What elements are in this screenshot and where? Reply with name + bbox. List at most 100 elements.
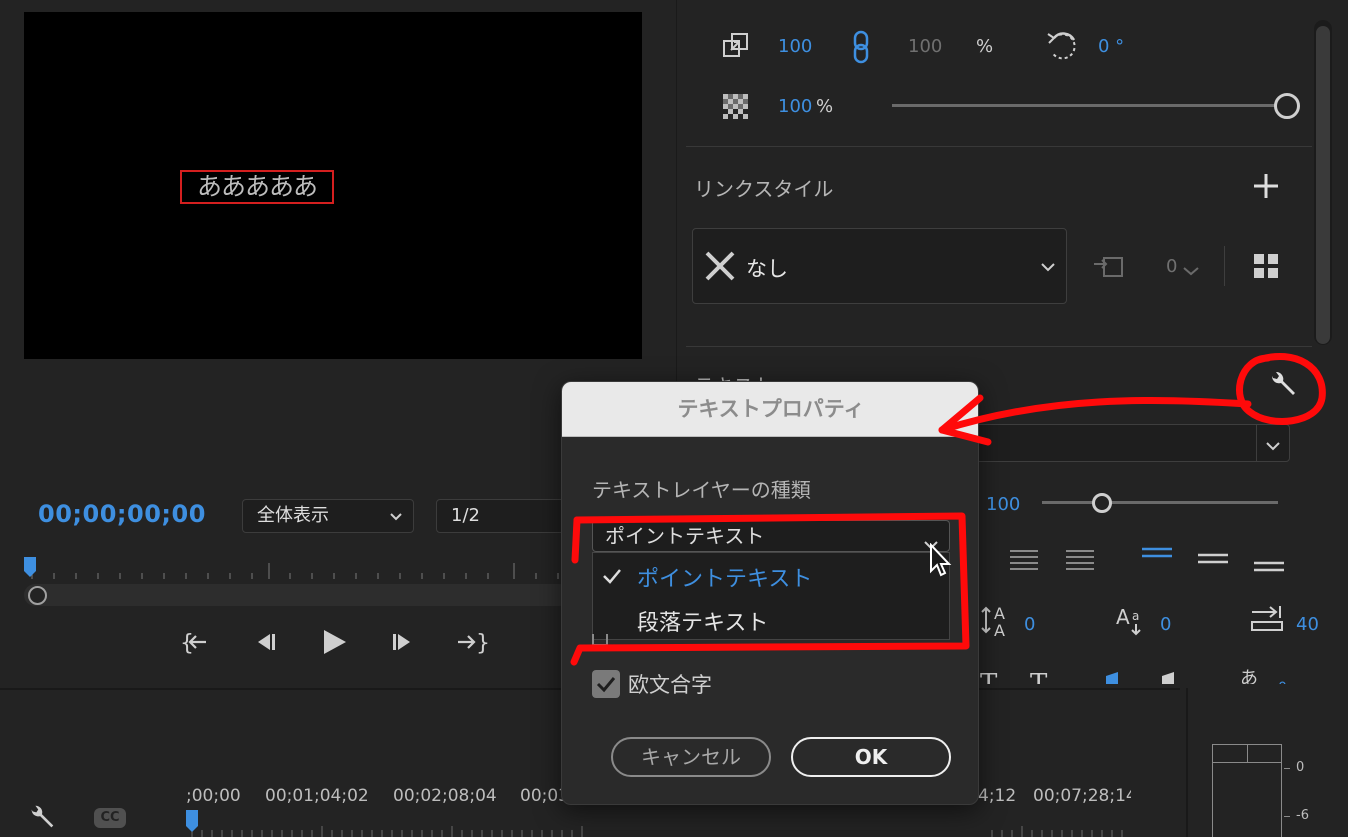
timeline-playhead bbox=[186, 810, 198, 832]
monitor-time-ruler[interactable] bbox=[24, 555, 570, 583]
link-style-label: リンクスタイル bbox=[694, 177, 834, 201]
grid-icon[interactable] bbox=[1254, 254, 1278, 282]
meter-label-6: -6 bbox=[1296, 808, 1309, 823]
timeline-tick-1: 00;01;04;02 bbox=[265, 786, 369, 806]
misc-value: 0 bbox=[1278, 680, 1287, 684]
divider bbox=[1224, 246, 1225, 286]
align-top-icon[interactable] bbox=[1142, 546, 1172, 570]
menu-item-point-text[interactable]: ポイントテキスト bbox=[637, 561, 812, 593]
cancel-button[interactable]: キャンセル bbox=[611, 737, 771, 777]
zoom-handle[interactable] bbox=[28, 586, 47, 605]
layer-type-dropdown[interactable]: ポイントテキスト bbox=[592, 520, 950, 552]
font-size-slider-track[interactable] bbox=[1042, 501, 1278, 504]
push-style-icon[interactable] bbox=[1092, 252, 1124, 284]
scale-icon bbox=[722, 31, 750, 63]
playhead-marker bbox=[24, 557, 36, 577]
opacity-slider-thumb[interactable] bbox=[1274, 93, 1300, 119]
svg-text:T: T bbox=[1030, 669, 1048, 684]
chevron-down-icon bbox=[1040, 258, 1056, 277]
resolution-select[interactable]: 1/2 bbox=[436, 499, 566, 533]
align-bottom-icon[interactable] bbox=[1254, 560, 1284, 584]
font-size-value[interactable]: 100 bbox=[986, 494, 1020, 515]
rotation-value[interactable]: 0 ° bbox=[1098, 36, 1124, 57]
fit-select-value: 全体表示 bbox=[257, 505, 329, 526]
section-divider bbox=[686, 146, 1312, 147]
add-style-icon[interactable] bbox=[1252, 172, 1280, 204]
meter-label-0: 0 bbox=[1296, 760, 1305, 775]
scale-height-value[interactable]: 100 bbox=[908, 36, 942, 57]
play-button[interactable] bbox=[314, 626, 354, 658]
step-forward-button[interactable] bbox=[384, 626, 424, 658]
tab-width-value[interactable]: 40 bbox=[1296, 614, 1319, 635]
resolution-select-value: 1/2 bbox=[451, 505, 480, 526]
opacity-slider-track[interactable] bbox=[892, 104, 1284, 107]
meter-tick bbox=[1284, 768, 1290, 769]
divider bbox=[1256, 424, 1257, 462]
section-divider bbox=[686, 346, 1312, 347]
leading-value[interactable]: 0 bbox=[1024, 614, 1035, 635]
preview-text-layer[interactable]: あああああ bbox=[180, 170, 334, 204]
meter-divider bbox=[1247, 744, 1248, 762]
count-chevron-icon bbox=[1182, 262, 1200, 281]
style-count-value[interactable]: 0 bbox=[1166, 256, 1177, 277]
baseline-value[interactable]: 0 bbox=[1160, 614, 1171, 635]
opacity-icon bbox=[723, 94, 749, 124]
step-back-icon bbox=[258, 634, 275, 650]
opacity-unit: % bbox=[816, 96, 834, 117]
ligature-checkbox[interactable] bbox=[592, 670, 620, 698]
meter-divider bbox=[1212, 762, 1282, 763]
go-to-in-icon: { bbox=[180, 631, 206, 656]
go-to-out-icon: } bbox=[458, 631, 490, 656]
style-select-value: なし bbox=[746, 257, 788, 281]
go-to-in-button[interactable]: { bbox=[176, 626, 216, 658]
none-x-icon bbox=[704, 250, 736, 286]
align-justify-icon[interactable] bbox=[1010, 548, 1038, 576]
app-window: あああああ 00;00;00;00 全体表示 1/2 {} 100 100 %… bbox=[0, 0, 1348, 837]
svg-text:あ: あ bbox=[1240, 668, 1258, 684]
svg-text:}: } bbox=[476, 631, 490, 656]
wrench-icon[interactable] bbox=[1266, 368, 1300, 406]
svg-text:A: A bbox=[1116, 605, 1130, 629]
svg-text:T: T bbox=[980, 669, 998, 684]
dialog-title: テキストプロパティ bbox=[562, 382, 978, 437]
svg-text:A: A bbox=[994, 621, 1005, 638]
tab-width-icon bbox=[1250, 606, 1284, 638]
fit-select[interactable]: 全体表示 bbox=[242, 499, 414, 533]
opacity-value[interactable]: 100 bbox=[778, 96, 812, 117]
line-spacing-icon: AA bbox=[980, 602, 1016, 642]
font-size-slider-thumb[interactable] bbox=[1092, 493, 1112, 513]
link-scale-icon[interactable] bbox=[850, 30, 872, 68]
baseline-icon: Aa bbox=[1114, 604, 1150, 640]
mouse-cursor-icon bbox=[929, 542, 953, 583]
timeline-tick-0: ;00;00 bbox=[186, 786, 241, 806]
layer-type-menu: ポイントテキスト 段落テキスト bbox=[592, 552, 950, 640]
step-back-button[interactable] bbox=[244, 626, 284, 658]
menu-item-paragraph-text[interactable]: 段落テキスト bbox=[637, 605, 768, 637]
checkmark-icon bbox=[601, 565, 623, 591]
text-properties-dialog: テキストプロパティ テキストレイヤーの種類 ポイントテキスト ポイントテキスト … bbox=[561, 381, 979, 805]
scale-unit: % bbox=[976, 36, 994, 57]
align-middle-icon[interactable] bbox=[1198, 552, 1228, 576]
playhead-timecode[interactable]: 00;00;00;00 bbox=[38, 500, 206, 528]
panel-scroll-thumb[interactable] bbox=[1316, 26, 1330, 344]
scale-value[interactable]: 100 bbox=[778, 36, 812, 57]
play-icon bbox=[324, 630, 346, 654]
svg-text:a: a bbox=[1132, 609, 1139, 623]
timeline-wrench-icon[interactable] bbox=[26, 802, 58, 837]
ok-button[interactable]: OK bbox=[791, 737, 951, 777]
layer-type-dropdown-value: ポイントテキスト bbox=[605, 524, 765, 548]
timeline-tick-2: 00;02;08;04 bbox=[393, 786, 497, 806]
timeline-ruler[interactable] bbox=[186, 808, 1130, 837]
chevron-down-icon bbox=[1265, 437, 1281, 456]
captions-icon[interactable]: CC bbox=[94, 808, 126, 828]
chevron-down-icon bbox=[389, 502, 403, 544]
go-to-out-button[interactable]: } bbox=[452, 626, 492, 658]
timeline-tick-4: 4;12 bbox=[978, 786, 1017, 806]
hidden-checkbox[interactable] bbox=[592, 634, 608, 646]
meter-tick bbox=[1284, 816, 1290, 817]
zoom-scrollbar[interactable] bbox=[24, 584, 570, 606]
rotation-icon bbox=[1044, 28, 1080, 68]
step-forward-icon bbox=[393, 634, 410, 650]
align-justify-all-icon[interactable] bbox=[1066, 548, 1094, 576]
timeline-tick-5: 00;07;28;14 bbox=[1033, 786, 1131, 806]
